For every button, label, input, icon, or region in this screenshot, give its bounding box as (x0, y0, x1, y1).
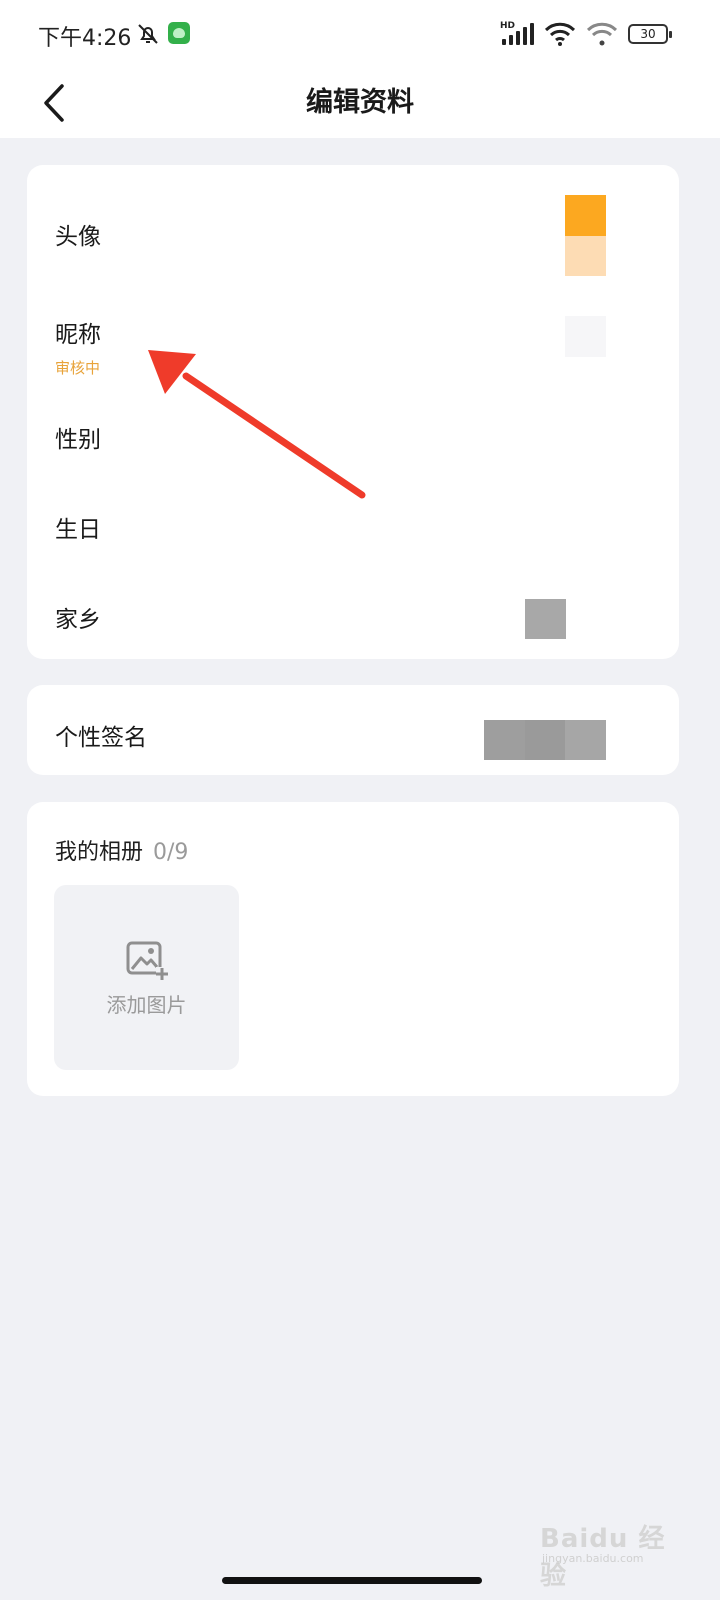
gender-label: 性别 (55, 427, 101, 453)
avatar-row[interactable]: 头像 (27, 165, 679, 276)
avatar-image[interactable] (565, 195, 606, 276)
cellular-signal-icon: HD (500, 21, 534, 47)
signature-value-blurred (484, 720, 606, 760)
baidu-watermark: Baidu 经验 jingyan.baidu.com (540, 1518, 680, 1591)
status-bar: 下午4:26 HD 30 (0, 0, 720, 70)
wifi-icon (544, 22, 576, 46)
album-card: 我的相册 0/9 添加图片 (27, 802, 679, 1096)
app-header: 编辑资料 (0, 70, 720, 138)
status-time: 下午4:26 (38, 26, 132, 51)
hometown-row[interactable]: 家乡 (27, 565, 679, 659)
nickname-label: 昵称 审核中 (55, 322, 101, 377)
hometown-value-blurred (525, 599, 566, 639)
add-image-button[interactable]: 添加图片 (54, 885, 239, 1070)
album-title: 我的相册 0/9 (55, 840, 189, 865)
add-image-icon (126, 941, 168, 980)
bell-muted-icon (138, 24, 158, 44)
signature-label: 个性签名 (55, 725, 147, 751)
profile-card: 头像 昵称 审核中 性别 生日 家乡 (27, 165, 679, 659)
album-count: 0/9 (153, 840, 189, 865)
review-status-badge: 审核中 (55, 359, 101, 377)
add-image-label: 添加图片 (106, 993, 187, 1017)
home-indicator[interactable] (222, 1577, 482, 1584)
battery-icon: 30 (628, 24, 672, 44)
app-notification-icon (168, 22, 190, 44)
gender-row[interactable]: 性别 (27, 385, 679, 475)
birthday-label: 生日 (55, 517, 101, 543)
birthday-row[interactable]: 生日 (27, 475, 679, 565)
nickname-value-blurred (565, 316, 606, 357)
signature-card[interactable]: 个性签名 (27, 685, 679, 775)
page-title: 编辑资料 (306, 87, 414, 118)
nickname-row[interactable]: 昵称 审核中 (27, 275, 679, 385)
hometown-label: 家乡 (55, 607, 101, 633)
wifi-secondary-icon (586, 22, 618, 46)
avatar-label: 头像 (55, 224, 101, 250)
watermark-url: jingyan.baidu.com (542, 1552, 644, 1565)
